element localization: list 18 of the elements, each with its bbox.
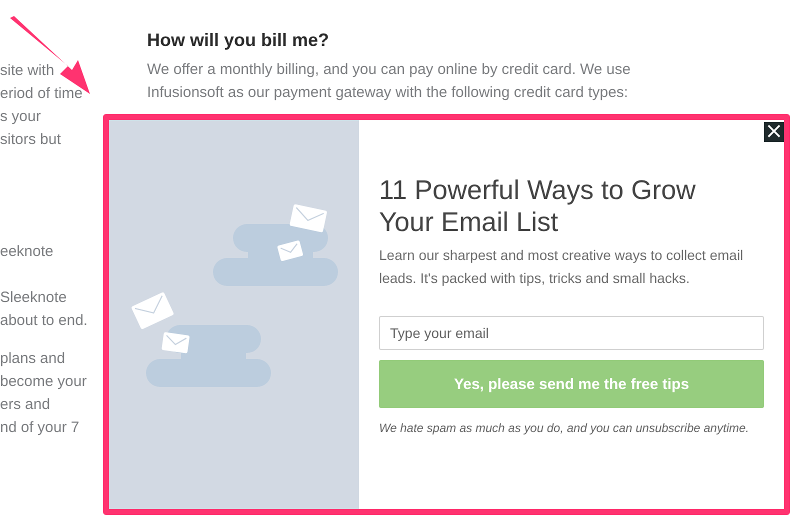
faq-heading: How will you bill me?: [147, 29, 330, 52]
body-text: eriod of time: [0, 84, 83, 104]
faq-answer: We offer a monthly billing, and you can pay online by credit card. We use Infusionsoft as our payment gateway with the following credit card types:: [147, 60, 631, 103]
popup-description: Learn our sharpest and most creative ways to collect email leads. It's packed with tips, tricks and small hacks.: [379, 246, 744, 288]
body-text: nd of your 7: [0, 418, 80, 438]
spam-note: We hate spam as much as you do, and you can unsubscribe anytime.: [379, 421, 750, 435]
email-input[interactable]: Type your email: [379, 316, 764, 350]
body-text: site with: [0, 61, 54, 81]
body-text: ers and: [0, 395, 50, 415]
body-text: eeknote: [0, 242, 54, 262]
body-text: plans and: [0, 349, 66, 369]
body-text: sitors but: [0, 130, 61, 150]
body-text: about to end.: [0, 311, 88, 331]
popup-title: 11 Powerful Ways to Grow Your Email List: [379, 174, 697, 238]
body-text: Sleeknote: [0, 288, 67, 308]
body-text: s your: [0, 107, 41, 127]
close-button[interactable]: ×: [764, 122, 784, 142]
body-text: become your: [0, 372, 87, 392]
